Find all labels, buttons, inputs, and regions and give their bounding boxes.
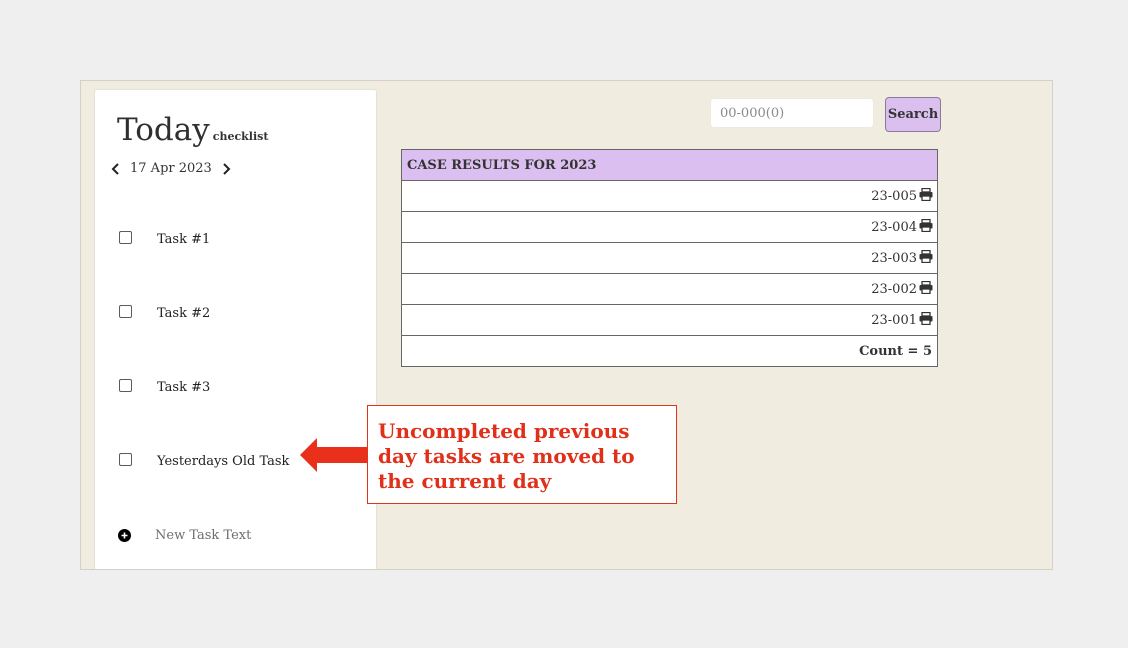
task-item: Task #1 xyxy=(119,230,211,247)
page-title: Today xyxy=(117,112,210,148)
add-task-icon[interactable] xyxy=(118,529,131,542)
case-number-link[interactable]: 23-002 xyxy=(871,282,917,297)
table-cell: 23-001 xyxy=(401,304,938,336)
task-checkbox[interactable] xyxy=(119,305,132,318)
printer-icon[interactable] xyxy=(919,280,933,295)
chevron-left-icon[interactable] xyxy=(109,162,122,176)
table-row: 23-001 xyxy=(401,304,938,336)
search-input[interactable] xyxy=(710,98,874,128)
table-row: 23-003 xyxy=(401,242,938,274)
task-checkbox[interactable] xyxy=(119,453,132,466)
search-button[interactable]: Search xyxy=(885,97,941,132)
table-row: 23-004 xyxy=(401,211,938,243)
checklist-panel: Today checklist 17 Apr 2023 Task #1 Task … xyxy=(94,89,377,569)
checklist-title-row: Today checklist xyxy=(117,112,268,148)
date-navigator: 17 Apr 2023 xyxy=(109,161,233,176)
case-results-table: CASE RESULTS FOR 2023 23-005 23-004 23-0… xyxy=(401,149,938,367)
printer-icon[interactable] xyxy=(919,218,933,233)
table-cell: 23-002 xyxy=(401,273,938,305)
table-header: CASE RESULTS FOR 2023 xyxy=(401,149,938,181)
printer-icon[interactable] xyxy=(919,311,933,326)
page-subtitle: checklist xyxy=(212,130,269,143)
case-number-link[interactable]: 23-001 xyxy=(871,313,917,328)
task-item: Yesterdays Old Task xyxy=(119,452,290,469)
current-date: 17 Apr 2023 xyxy=(130,161,212,176)
result-count: Count = 5 xyxy=(401,335,938,367)
annotation-arrow-icon xyxy=(300,438,374,472)
case-number-link[interactable]: 23-005 xyxy=(871,189,917,204)
annotation-callout: Uncompleted previous day tasks are moved… xyxy=(367,405,677,504)
table-cell: 23-003 xyxy=(401,242,938,274)
task-item: Task #3 xyxy=(119,378,211,395)
printer-icon[interactable] xyxy=(919,187,933,202)
table-count-row: Count = 5 xyxy=(401,335,938,367)
task-label: Task #1 xyxy=(157,232,211,247)
case-number-link[interactable]: 23-004 xyxy=(871,220,917,235)
chevron-right-icon[interactable] xyxy=(220,162,233,176)
table-cell: 23-005 xyxy=(401,180,938,212)
task-label: Yesterdays Old Task xyxy=(157,454,290,469)
task-item: Task #2 xyxy=(119,304,211,321)
table-cell: 23-004 xyxy=(401,211,938,243)
table-header-row: CASE RESULTS FOR 2023 xyxy=(401,149,938,181)
table-row: 23-005 xyxy=(401,180,938,212)
table-row: 23-002 xyxy=(401,273,938,305)
new-task-row xyxy=(118,528,315,543)
task-checkbox[interactable] xyxy=(119,231,132,244)
printer-icon[interactable] xyxy=(919,249,933,264)
task-checkbox[interactable] xyxy=(119,379,132,392)
case-number-link[interactable]: 23-003 xyxy=(871,251,917,266)
new-task-input[interactable] xyxy=(155,528,315,543)
task-label: Task #3 xyxy=(157,380,211,395)
task-label: Task #2 xyxy=(157,306,211,321)
